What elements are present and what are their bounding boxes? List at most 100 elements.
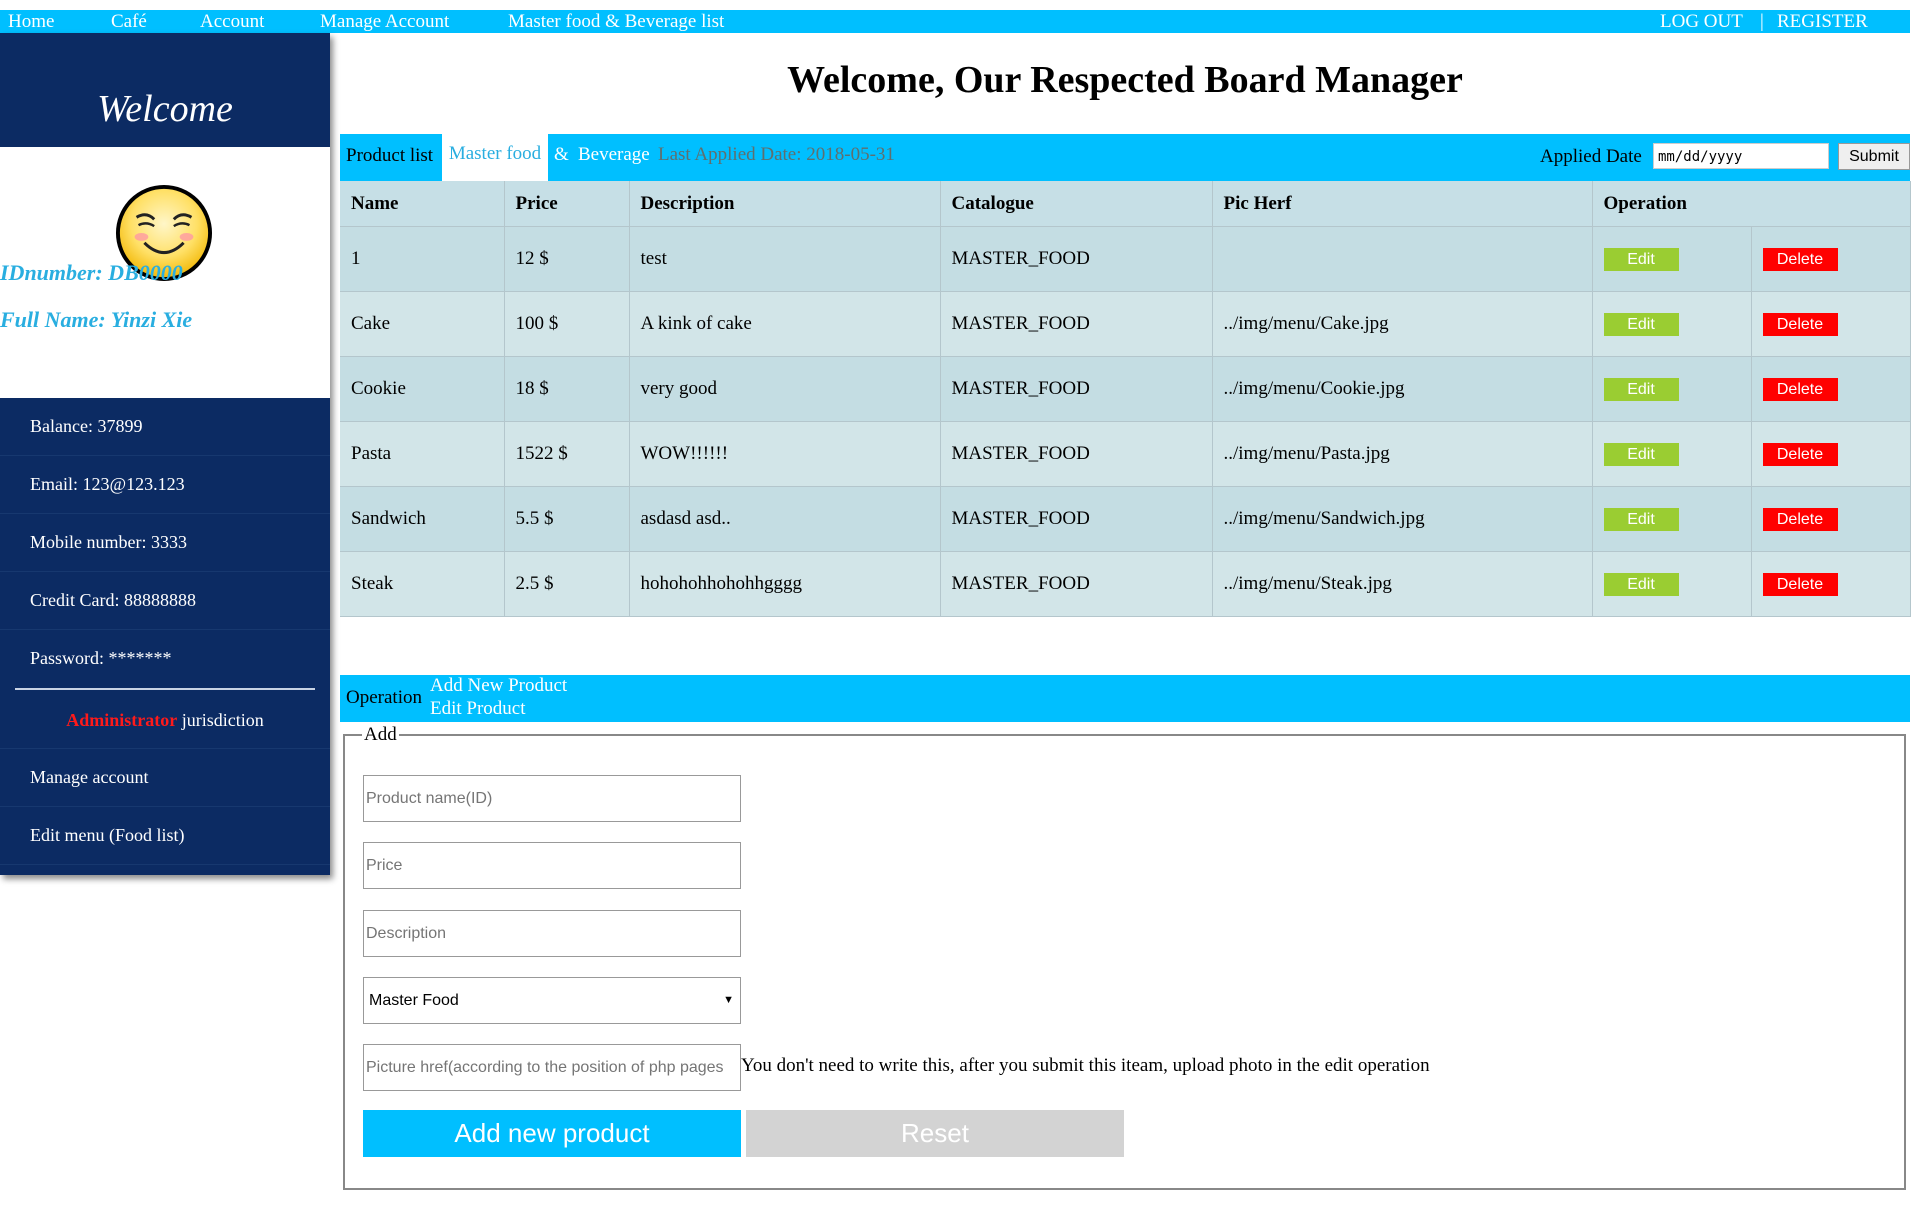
mobile-text: Mobile number: 3333 (30, 532, 187, 552)
tab-ampersand: & (554, 144, 569, 165)
delete-button[interactable]: Delete (1762, 442, 1838, 466)
header-catalogue: Catalogue (940, 181, 1213, 227)
cell-catalogue: MASTER_FOOD (940, 356, 1213, 422)
cell-catalogue: MASTER_FOOD (940, 291, 1213, 357)
nav-master-list-link[interactable]: Master food & Beverage list (508, 10, 724, 33)
delete-button[interactable]: Delete (1762, 312, 1838, 336)
cell-description: hohohohhohohhgggg (629, 551, 941, 617)
applied-date-input[interactable]: mm/dd/yyyy (1653, 143, 1829, 169)
cell-catalogue: MASTER_FOOD (940, 226, 1213, 292)
product-name-input[interactable]: Product name(ID) (363, 775, 741, 822)
edit-button[interactable]: Edit (1603, 507, 1679, 531)
id-number: IDnumber: DB0000 (0, 260, 183, 285)
cell-description: very good (629, 356, 941, 422)
sidebar-item-edit-menu[interactable]: Edit menu (Food list) (0, 807, 330, 865)
cell-delete: Delete (1751, 421, 1911, 487)
nav-home-link[interactable]: Home (8, 10, 54, 33)
jurisdiction-label: jurisdiction (177, 710, 264, 730)
admin-label: Administrator (66, 710, 178, 730)
edit-button[interactable]: Edit (1603, 442, 1679, 466)
balance-row: Balance: 37899 (0, 398, 330, 456)
cell-pic: ../img/menu/Sandwich.jpg (1212, 486, 1593, 552)
sidebar-welcome: Welcome (0, 71, 330, 147)
cell-catalogue: MASTER_FOOD (940, 421, 1213, 487)
cell-pic: ../img/menu/Cake.jpg (1212, 291, 1593, 357)
cell-price: 5.5 $ (504, 486, 630, 552)
cell-edit: Edit (1592, 551, 1752, 617)
tab-master-food[interactable]: Master food (442, 134, 548, 181)
description-input[interactable]: Description (363, 910, 741, 957)
edit-product-link[interactable]: Edit Product (430, 698, 526, 720)
edit-button[interactable]: Edit (1603, 312, 1679, 336)
picture-hint: You don't need to write this, after you … (741, 1055, 1430, 1076)
admin-jurisdiction: Administrator jurisdiction (0, 693, 330, 749)
cell-name: 1 (340, 226, 505, 292)
cell-delete: Delete (1751, 226, 1911, 292)
edit-button[interactable]: Edit (1603, 377, 1679, 401)
table-row: Cookie 18 $ very good MASTER_FOOD ../img… (340, 356, 1911, 422)
operation-bar: Operation Add New Product Edit Product (340, 675, 1910, 722)
cell-pic: ../img/menu/Steak.jpg (1212, 551, 1593, 617)
credit-card-text: Credit Card: 88888888 (30, 590, 196, 610)
full-name: Full Name: Yinzi Xie (0, 307, 193, 332)
mobile-row: Mobile number: 3333 (0, 514, 330, 572)
nav-manage-account-link[interactable]: Manage Account (320, 10, 449, 33)
dropdown-arrow-icon: ▼ (723, 994, 734, 1006)
nav-cafe-link[interactable]: Café (111, 10, 147, 33)
delete-button[interactable]: Delete (1762, 247, 1838, 271)
cell-name: Cake (340, 291, 505, 357)
table-row: Cake 100 $ A kink of cake MASTER_FOOD ..… (340, 291, 1911, 357)
cell-delete: Delete (1751, 291, 1911, 357)
product-table: Name Price Description Catalogue Pic Her… (340, 181, 1911, 617)
table-row: 1 12 $ test MASTER_FOOD Edit Delete (340, 226, 1911, 292)
product-list-label: Product list (346, 145, 434, 166)
nav-register-link[interactable]: REGISTER (1777, 10, 1868, 33)
cell-edit: Edit (1592, 421, 1752, 487)
cell-pic: ../img/menu/Cookie.jpg (1212, 356, 1593, 422)
cell-pic (1212, 226, 1593, 292)
tab-beverage[interactable]: Beverage (578, 144, 650, 166)
header-name: Name (340, 181, 505, 227)
sidebar-divider (15, 688, 315, 690)
sidebar-item-label: Manage account (30, 767, 149, 787)
page-title: Welcome, Our Respected Board Manager (787, 59, 1463, 101)
sidebar-item-label: Edit menu (Food list) (30, 825, 185, 845)
cell-name: Sandwich (340, 486, 505, 552)
cell-edit: Edit (1592, 291, 1752, 357)
nav-logout-link[interactable]: LOG OUT (1660, 10, 1743, 33)
cell-pic: ../img/menu/Pasta.jpg (1212, 421, 1593, 487)
cell-catalogue: MASTER_FOOD (940, 551, 1213, 617)
category-select[interactable]: Master Food ▼ (363, 977, 741, 1024)
password-text: Password: ******* (30, 648, 172, 668)
applied-date-label: Applied Date (1540, 146, 1642, 167)
sidebar-item-manage-account[interactable]: Manage account (0, 749, 330, 807)
add-new-product-button[interactable]: Add new product (363, 1110, 741, 1157)
nav-account-link[interactable]: Account (200, 10, 264, 33)
delete-button[interactable]: Delete (1762, 572, 1838, 596)
header-operation: Operation (1592, 181, 1911, 227)
reset-button[interactable]: Reset (746, 1110, 1124, 1157)
cell-delete: Delete (1751, 551, 1911, 617)
cell-price: 100 $ (504, 291, 630, 357)
submit-date-button[interactable]: Submit (1838, 143, 1910, 170)
cell-name: Cookie (340, 356, 505, 422)
operation-label: Operation (346, 687, 422, 708)
delete-button[interactable]: Delete (1762, 377, 1838, 401)
delete-button[interactable]: Delete (1762, 507, 1838, 531)
price-input[interactable]: Price (363, 842, 741, 889)
cell-price: 2.5 $ (504, 551, 630, 617)
cell-description: asdasd asd.. (629, 486, 941, 552)
credit-card-row: Credit Card: 88888888 (0, 572, 330, 630)
picture-href-input[interactable]: Picture href(according to the position o… (363, 1044, 741, 1091)
add-product-form: Add Product name(ID) Price Description M… (343, 724, 1906, 1190)
last-applied-date: Last Applied Date: 2018-05-31 (658, 144, 895, 165)
add-new-product-link[interactable]: Add New Product (430, 675, 567, 697)
nav-separator: | (1760, 11, 1764, 32)
add-legend: Add (362, 724, 399, 746)
cell-price: 18 $ (504, 356, 630, 422)
cell-description: A kink of cake (629, 291, 941, 357)
profile-card: IDnumber: DB0000 Full Name: Yinzi Xie (0, 147, 330, 398)
table-header-row: Name Price Description Catalogue Pic Her… (340, 181, 1911, 227)
edit-button[interactable]: Edit (1603, 572, 1679, 596)
edit-button[interactable]: Edit (1603, 247, 1679, 271)
